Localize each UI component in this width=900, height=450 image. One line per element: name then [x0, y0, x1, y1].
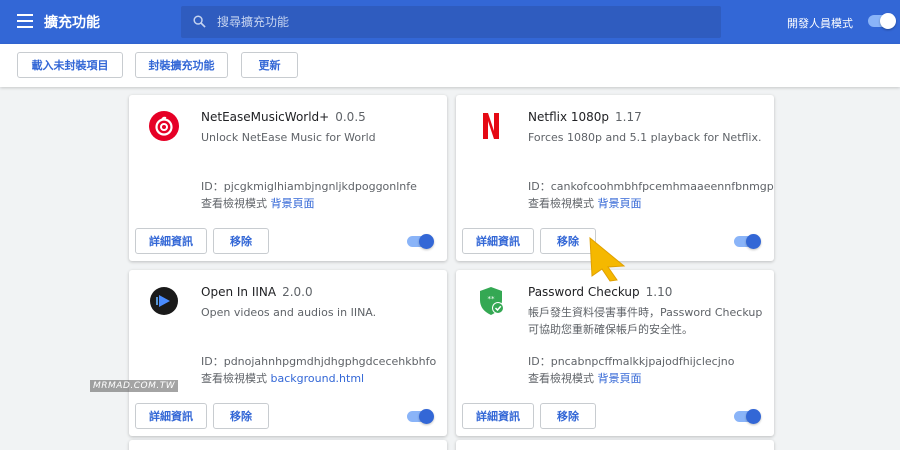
background-html-link[interactable]: background.html	[271, 372, 365, 385]
details-button[interactable]: 詳細資訊	[135, 228, 207, 254]
background-page-link[interactable]: 背景頁面	[598, 372, 642, 385]
extension-card: NetEaseMusicWorld+ 0.0.5 Unlock NetEase M…	[129, 95, 447, 261]
details-button[interactable]: 詳細資訊	[462, 228, 534, 254]
watermark: MRMAD.COM.TW	[90, 380, 179, 392]
details-button[interactable]: 詳細資訊	[135, 403, 207, 429]
search-icon	[193, 15, 206, 28]
iina-play-icon	[150, 287, 178, 315]
extension-version: 2.0.0	[282, 285, 313, 299]
extension-id: ID：pjcgkmiglhiambjngnljkdpoggonlnfe	[201, 180, 417, 193]
extension-description: Open videos and audios in IINA.	[201, 306, 377, 319]
extension-id: ID：pdnojahnhpgmdhjdhgphgdcecehkbhfo	[201, 355, 437, 368]
netease-music-icon	[149, 111, 179, 141]
extension-name: Netflix 1080p 1.17	[528, 110, 642, 124]
extension-card: Open In IINA 2.0.0 Open videos and audios…	[129, 270, 447, 436]
extension-card-partial	[456, 440, 774, 450]
extension-name: Open In IINA 2.0.0	[201, 285, 313, 299]
enable-toggle[interactable]	[734, 408, 761, 424]
pack-extension-button[interactable]: 封裝擴充功能	[135, 52, 228, 78]
action-toolbar: 載入未封裝項目 封裝擴充功能 更新	[0, 44, 900, 87]
extension-name: Password Checkup 1.10	[528, 285, 673, 299]
inspect-views: 查看檢視模式 background.html	[201, 372, 365, 385]
load-unpacked-button[interactable]: 載入未封裝項目	[17, 52, 123, 78]
netflix-icon	[483, 113, 499, 139]
top-bar: 擴充功能 開發人員模式	[0, 0, 900, 44]
extension-card: ** Password Checkup 1.10 帳戶發生資料侵害事件時，Pass…	[456, 270, 774, 436]
pointer-cursor-icon	[589, 236, 626, 282]
password-shield-icon: **	[480, 287, 504, 315]
extension-card-partial	[129, 440, 447, 450]
update-button[interactable]: 更新	[241, 52, 298, 78]
dev-mode-label: 開發人員模式	[787, 17, 853, 30]
remove-button[interactable]: 移除	[540, 403, 596, 429]
inspect-views: 查看檢視模式 背景頁面	[528, 372, 642, 385]
remove-button[interactable]: 移除	[213, 403, 269, 429]
background-page-link[interactable]: 背景頁面	[598, 197, 642, 210]
inspect-views: 查看檢視模式 背景頁面	[201, 197, 315, 210]
extension-id: ID：cankofcoohmbhfpcemhmaaeennfbnmgp	[528, 180, 774, 193]
remove-button[interactable]: 移除	[213, 228, 269, 254]
extension-description: 帳戶發生資料侵害事件時，Password Checkup 可協助您重新確保帳戶的…	[528, 306, 763, 336]
enable-toggle[interactable]	[407, 233, 434, 249]
inspect-views: 查看檢視模式 背景頁面	[528, 197, 642, 210]
page-title: 擴充功能	[44, 15, 100, 31]
extension-id: ID：pncabnpcffmalkkjpajodfhijclecjno	[528, 355, 735, 368]
extension-version: 1.17	[615, 110, 642, 124]
extension-description: Unlock NetEase Music for World	[201, 131, 376, 144]
extension-name: NetEaseMusicWorld+ 0.0.5	[201, 110, 366, 124]
enable-toggle[interactable]	[407, 408, 434, 424]
search-input[interactable]	[217, 6, 707, 38]
details-button[interactable]: 詳細資訊	[462, 403, 534, 429]
menu-icon[interactable]	[17, 14, 33, 28]
enable-toggle[interactable]	[734, 233, 761, 249]
extension-version: 1.10	[645, 285, 673, 299]
dev-mode-toggle[interactable]	[868, 13, 896, 29]
extension-description: Forces 1080p and 5.1 playback for Netfli…	[528, 131, 762, 144]
search-box[interactable]	[181, 6, 721, 38]
background-page-link[interactable]: 背景頁面	[271, 197, 315, 210]
extension-version: 0.0.5	[335, 110, 366, 124]
svg-text:**: **	[488, 295, 496, 303]
